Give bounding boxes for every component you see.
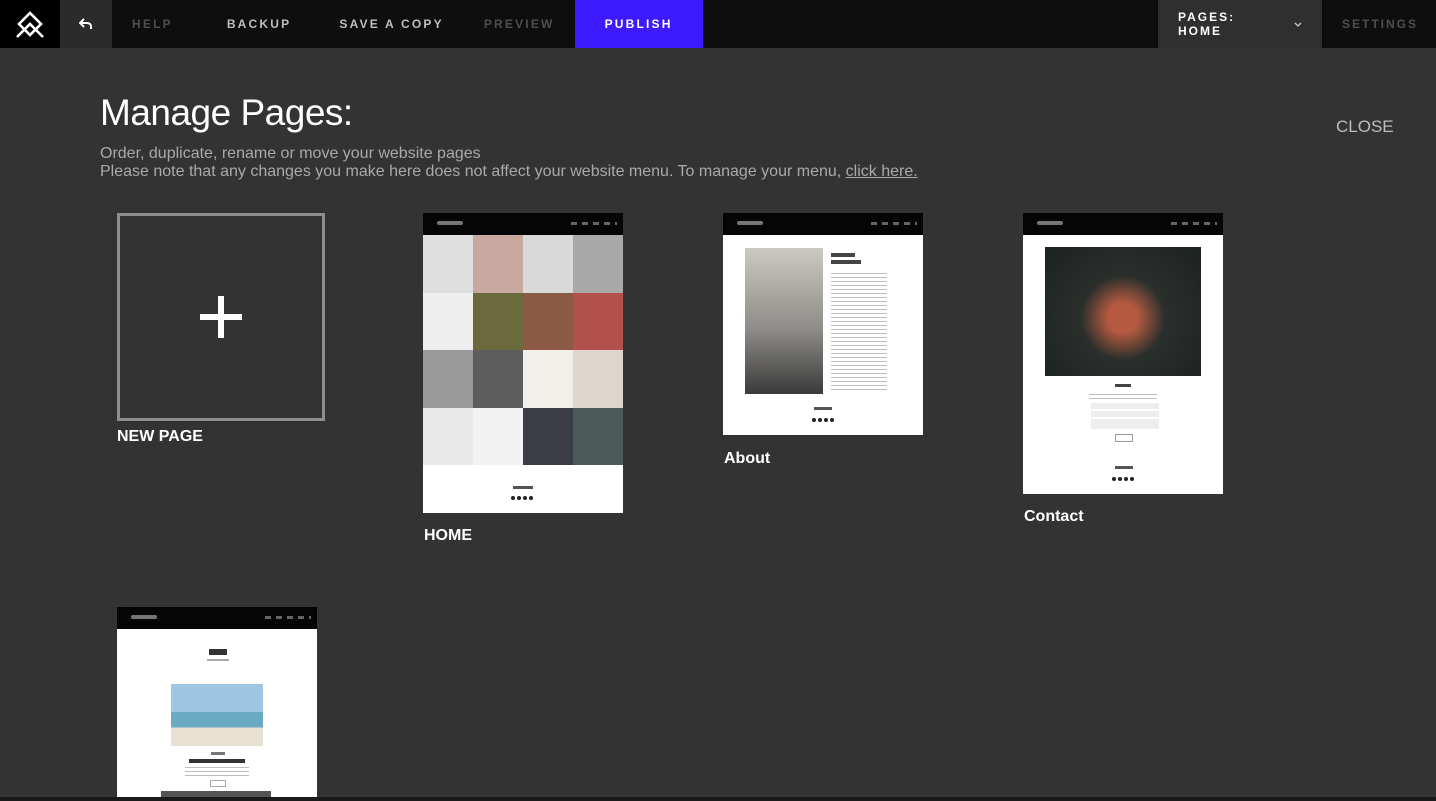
logo-icon	[16, 11, 44, 38]
plus-icon	[200, 296, 242, 338]
thumb-nav-bar	[723, 213, 923, 235]
pages-dropdown-label: PAGES: HOME	[1177, 10, 1236, 38]
publish-button[interactable]: PUBLISH	[574, 0, 703, 48]
chevron-down-icon	[1294, 17, 1302, 31]
undo-button[interactable]	[60, 0, 112, 48]
subtitle-line-2: Please note that any changes you make he…	[100, 163, 918, 181]
help-menu[interactable]: HELP	[112, 0, 193, 48]
page-title: Manage Pages:	[100, 92, 353, 133]
new-page-label: NEW PAGE	[117, 428, 203, 445]
backup-menu[interactable]: BACKUP	[193, 0, 320, 48]
page-thumbnail-blog[interactable]	[117, 607, 317, 797]
home-page-label: HOME	[424, 527, 472, 544]
thumb-nav-bar	[117, 607, 317, 629]
page-thumbnail-about[interactable]	[723, 213, 923, 435]
contact-page-label: Contact	[1024, 508, 1084, 525]
thumb-nav-bar	[1023, 213, 1223, 235]
about-page-label: About	[724, 450, 771, 467]
app-logo[interactable]	[0, 0, 60, 48]
close-button[interactable]: CLOSE	[1336, 117, 1394, 137]
save-copy-menu[interactable]: SAVE A COPY	[319, 0, 463, 48]
pages-dropdown[interactable]: PAGES: HOME	[1157, 0, 1322, 48]
top-bar: HELP BACKUP SAVE A COPY PREVIEW PUBLISH …	[0, 0, 1436, 48]
page-subtitle: Order, duplicate, rename or move your we…	[100, 145, 918, 181]
subtitle-line-2-text: Please note that any changes you make he…	[100, 163, 842, 180]
preview-menu[interactable]: PREVIEW	[464, 0, 575, 48]
thumb-nav-bar	[423, 213, 623, 235]
page-thumbnail-contact[interactable]	[1023, 213, 1223, 494]
new-page-tile[interactable]	[117, 213, 325, 421]
bottom-edge	[0, 797, 1436, 801]
home-photo-grid	[423, 235, 623, 465]
undo-icon	[79, 18, 92, 29]
page-thumbnail-home[interactable]	[423, 213, 623, 513]
settings-menu[interactable]: SETTINGS	[1322, 0, 1436, 48]
manage-menu-link[interactable]: click here.	[846, 163, 918, 180]
subtitle-line-1: Order, duplicate, rename or move your we…	[100, 145, 481, 162]
